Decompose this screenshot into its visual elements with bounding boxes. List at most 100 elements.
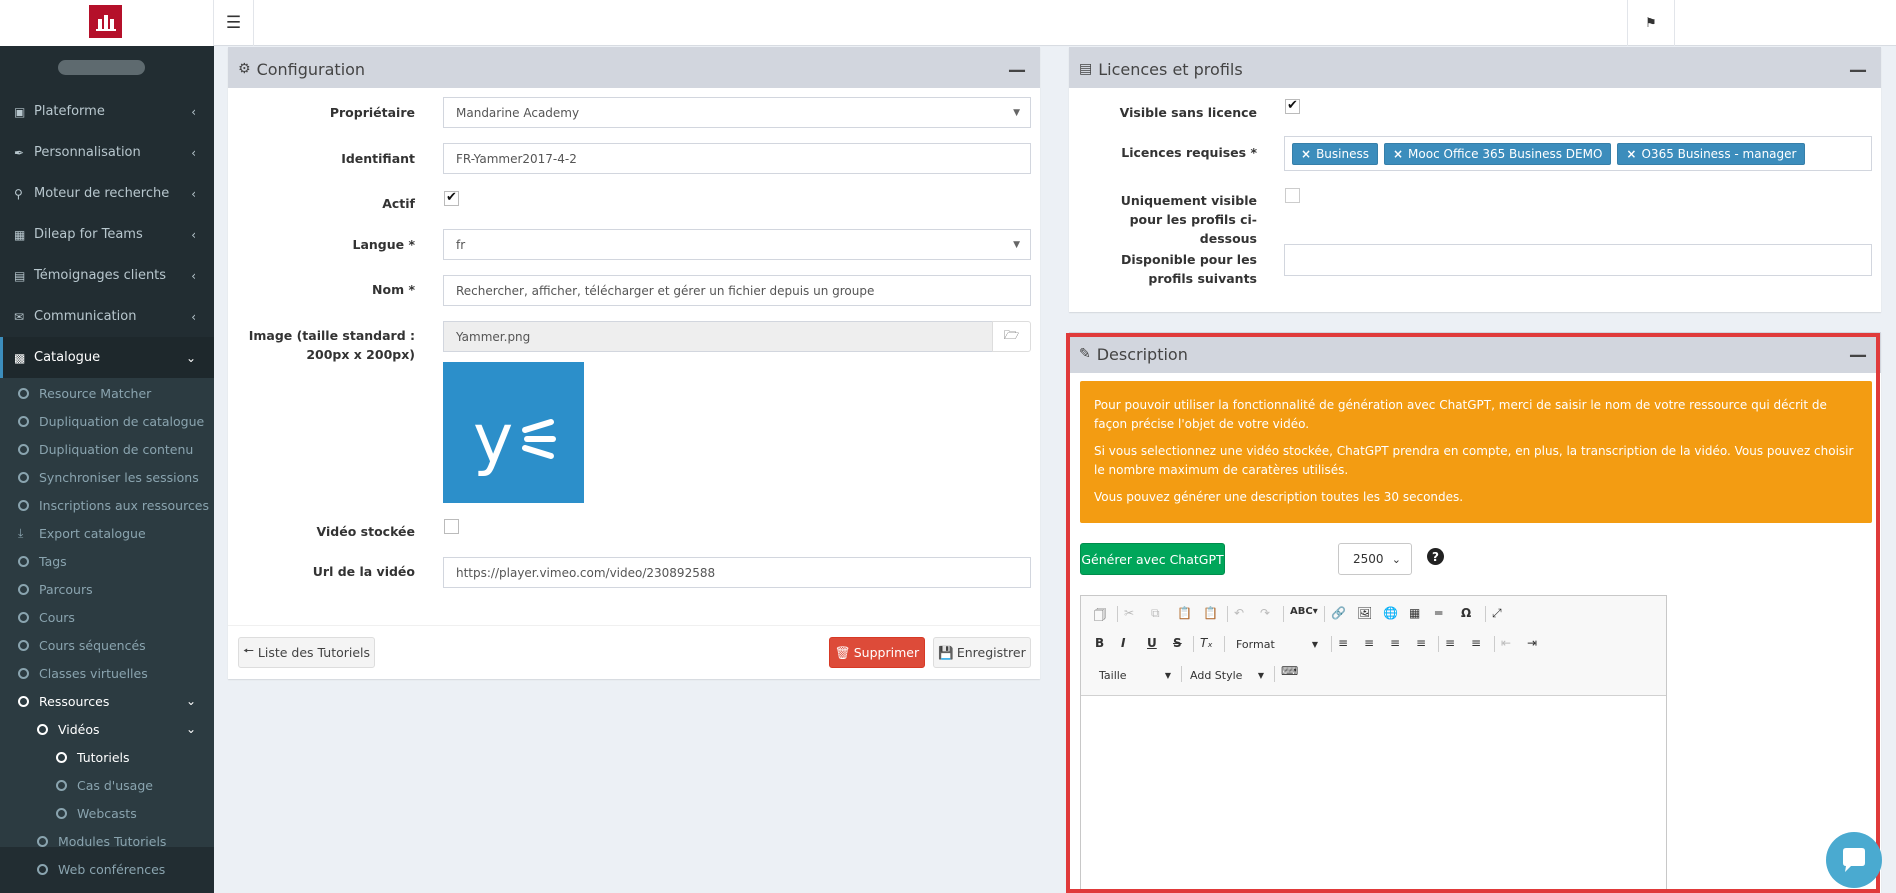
sidebar-item-dileap-for-teams[interactable]: ▦ Dileap for Teams ‹ — [0, 214, 214, 255]
disponible-profils-input[interactable] — [1284, 244, 1872, 276]
outdent-icon[interactable]: ⇤ — [1501, 636, 1511, 650]
taille-dropdown[interactable]: Taille ▼ — [1099, 665, 1177, 685]
submenu-item-cas-usage[interactable]: Cas d'usage — [0, 771, 214, 799]
video-stockee-checkbox[interactable] — [444, 519, 459, 534]
submenu-item-web-conferences[interactable]: Web conférences — [0, 855, 214, 883]
actif-checkbox[interactable]: ✔ — [444, 191, 459, 206]
align-right-icon[interactable]: ≡ — [1390, 636, 1400, 650]
paste-text-icon[interactable]: 📋 — [1203, 606, 1218, 620]
submenu-item-inscriptions[interactable]: Inscriptions aux ressources — [0, 491, 214, 519]
description-title: Description — [1096, 344, 1188, 364]
submenu-item-tutoriels[interactable]: Tutoriels — [0, 743, 214, 771]
collapse-icon[interactable]: — — [1849, 345, 1867, 366]
sidebar-item-moteur-de-recherche[interactable]: ⚲ Moteur de recherche ‹ — [0, 173, 214, 214]
preview-icon[interactable]: 🗍 — [1094, 606, 1106, 627]
licences-title: Licences et profils — [1098, 59, 1243, 79]
submenu-item-dupliquation-catalogue[interactable]: Dupliquation de catalogue — [0, 407, 214, 435]
submenu-label: Classes virtuelles — [39, 665, 148, 681]
paste-icon[interactable]: 📋 — [1177, 606, 1192, 620]
submenu-item-resource-matcher[interactable]: Resource Matcher — [0, 379, 214, 407]
maximize-icon[interactable]: ⤢ — [1492, 606, 1502, 621]
enregistrer-button[interactable]: 💾 Enregistrer — [933, 637, 1031, 668]
sidebar-item-communication[interactable]: ✉ Communication ‹ — [0, 296, 214, 337]
submenu-item-cours-sequences[interactable]: Cours séquencés — [0, 631, 214, 659]
format-dropdown[interactable]: Format ▼ — [1236, 634, 1326, 654]
copy-icon[interactable]: ⧉ — [1151, 606, 1160, 621]
remove-tag-icon[interactable]: × — [1301, 147, 1311, 161]
submenu-item-modules-tutoriels[interactable]: Modules Tutoriels — [0, 827, 214, 855]
submenu-item-cours[interactable]: Cours — [0, 603, 214, 631]
editor-content-area[interactable] — [1081, 696, 1666, 892]
cut-icon[interactable]: ✂ — [1124, 606, 1134, 620]
underline-icon[interactable]: U — [1147, 636, 1157, 650]
submenu-item-export-catalogue[interactable]: ⤓ Export catalogue — [0, 519, 214, 547]
align-center-icon[interactable]: ≡ — [1364, 636, 1374, 650]
submenu-item-dupliquation-contenu[interactable]: Dupliquation de contenu — [0, 435, 214, 463]
numbered-list-icon[interactable]: ≡ — [1445, 636, 1455, 650]
folder-open-icon[interactable]: 🗁 — [992, 321, 1031, 352]
sidebar-item-personnalisation[interactable]: ✒ Personnalisation ‹ — [0, 132, 214, 173]
langue-select[interactable]: fr ▼ — [443, 229, 1031, 260]
italic-icon[interactable]: I — [1121, 636, 1125, 650]
uniquement-visible-checkbox[interactable] — [1285, 188, 1300, 203]
remove-tag-icon[interactable]: × — [1626, 147, 1636, 161]
image-icon[interactable]: 🖼 — [1357, 606, 1372, 620]
bullet-list-icon[interactable]: ≡ — [1471, 636, 1481, 650]
submenu-item-videos[interactable]: Vidéos ⌄ — [0, 715, 214, 743]
save-icon: 💾 — [938, 644, 954, 660]
sidebar-item-catalogue[interactable]: ▩ Catalogue ⌄ — [0, 337, 214, 378]
brand-logo[interactable] — [89, 5, 122, 38]
indent-icon[interactable]: ⇥ — [1527, 636, 1537, 650]
sidebar-item-temoignages[interactable]: ▤ Témoignages clients ‹ — [0, 255, 214, 296]
identifiant-input[interactable]: FR-Yammer2017-4-2 — [443, 143, 1031, 174]
license-tag[interactable]: × Mooc Office 365 Business DEMO — [1383, 142, 1612, 165]
chevron-left-icon: ‹ — [191, 268, 196, 283]
submenu-item-ressources[interactable]: Ressources ⌄ — [0, 687, 214, 715]
url-input[interactable]: https://player.vimeo.com/video/230892588 — [443, 557, 1031, 588]
help-icon[interactable]: ? — [1427, 548, 1444, 565]
submenu-item-webcasts[interactable]: Webcasts — [0, 799, 214, 827]
link-icon[interactable]: 🔗 — [1331, 606, 1346, 620]
flag-icon[interactable]: ⚑ — [1627, 0, 1675, 46]
submenu-item-tags[interactable]: Tags — [0, 547, 214, 575]
licences-tags-input[interactable]: × Business × Mooc Office 365 Business DEMO… — [1284, 136, 1872, 171]
submenu-item-synchroniser[interactable]: Synchroniser les sessions — [0, 463, 214, 491]
remove-format-icon[interactable]: Tₓ — [1200, 636, 1213, 650]
supprimer-button[interactable]: 🗑 Supprimer — [829, 637, 925, 668]
sidebar-item-plateforme[interactable]: ▣ Plateforme ‹ — [0, 91, 214, 132]
add-style-dropdown[interactable]: Add Style ▼ — [1190, 665, 1270, 685]
align-left-icon[interactable]: ≡ — [1338, 636, 1348, 650]
remove-tag-icon[interactable]: × — [1393, 147, 1403, 161]
undo-icon[interactable]: ↶ — [1234, 606, 1244, 620]
table-icon[interactable]: ▦ — [1409, 606, 1420, 620]
generate-chatgpt-button[interactable]: Générer avec ChatGPT — [1080, 543, 1225, 575]
globe-icon[interactable]: 🌐 — [1383, 606, 1398, 620]
collapse-icon[interactable]: — — [1849, 60, 1867, 81]
nom-input[interactable]: Rechercher, afficher, télécharger et gér… — [443, 275, 1031, 306]
horizontal-rule-icon[interactable]: ═ — [1435, 606, 1442, 620]
nom-value: Rechercher, afficher, télécharger et gér… — [456, 283, 875, 298]
hamburger-menu-icon[interactable]: ☰ — [214, 0, 254, 46]
proprietaire-select[interactable]: Mandarine Academy ▼ — [443, 97, 1031, 128]
align-justify-icon[interactable]: ≡ — [1416, 636, 1426, 650]
liste-tutoriels-button[interactable]: 🠔 Liste des Tutoriels — [238, 637, 375, 668]
bold-icon[interactable]: B — [1095, 636, 1104, 650]
special-char-icon[interactable]: Ω — [1461, 606, 1471, 620]
chat-support-icon[interactable] — [1826, 832, 1882, 888]
strikethrough-icon[interactable]: S — [1173, 636, 1182, 650]
max-chars-value: 2500 — [1353, 552, 1384, 566]
spellcheck-icon[interactable]: ABC▾ — [1290, 606, 1318, 617]
redo-icon[interactable]: ↷ — [1260, 606, 1270, 620]
download-icon: ⤓ — [18, 525, 24, 540]
submenu-item-parcours[interactable]: Parcours — [0, 575, 214, 603]
max-chars-select[interactable]: 2500 ⌄ — [1338, 543, 1412, 575]
visible-sans-licence-checkbox[interactable]: ✔ — [1285, 99, 1300, 114]
keyboard-icon[interactable]: ⌨ — [1281, 664, 1298, 678]
url-label: Url de la vidéo — [312, 564, 415, 579]
submenu-label: Tags — [39, 553, 67, 569]
brush-icon: ✒ — [14, 145, 25, 160]
submenu-item-classes-virtuelles[interactable]: Classes virtuelles — [0, 659, 214, 687]
license-tag[interactable]: × O365 Business - manager — [1617, 142, 1806, 165]
license-tag[interactable]: × Business — [1292, 142, 1378, 165]
collapse-icon[interactable]: — — [1008, 60, 1026, 81]
